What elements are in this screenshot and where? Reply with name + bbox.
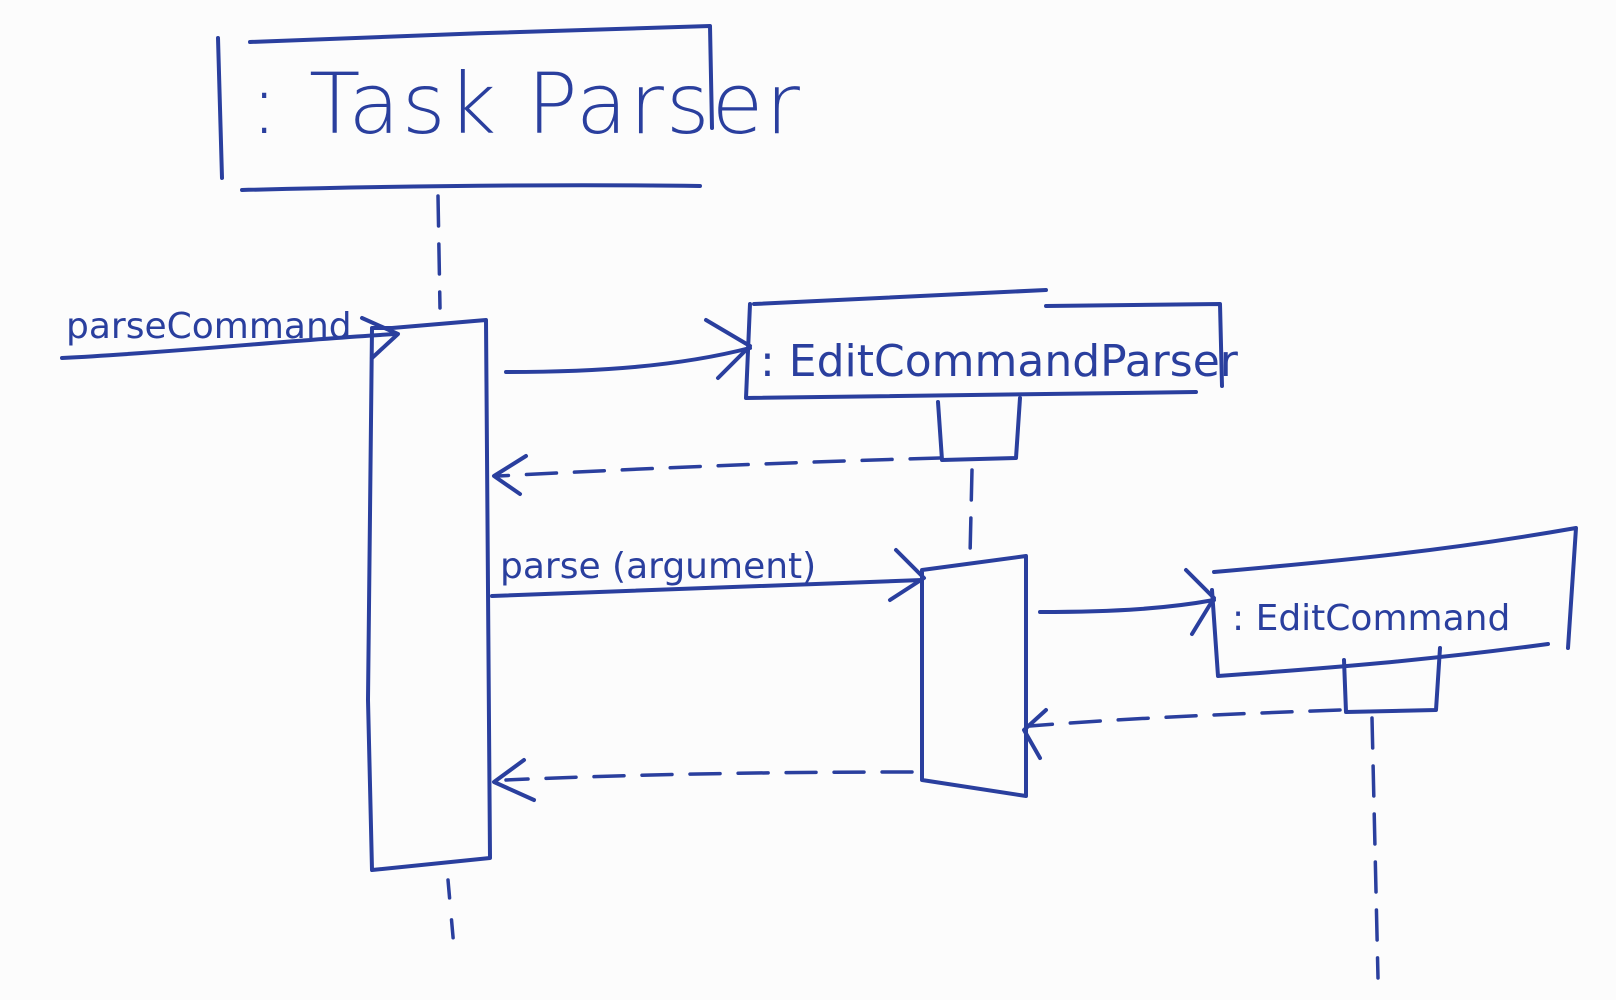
task-parser-box-bottom	[240, 183, 702, 192]
ecp-label: : EditCommandParser	[760, 336, 1239, 387]
return-ec-line	[1028, 708, 1342, 728]
participant-edit-command-parser: : EditCommandParser	[744, 288, 1239, 400]
parse-command-arrow-head	[360, 316, 400, 360]
return-parse-argument	[492, 758, 914, 802]
message-parse-argument: parse (argument)	[490, 546, 926, 602]
participant-task-parser: : Task Parser	[216, 24, 802, 192]
message-create-edit-command-parser	[504, 318, 752, 380]
message-parse-command: parseCommand	[60, 306, 400, 360]
ecp-activation-small	[936, 396, 1022, 462]
ecp-activation	[920, 554, 1028, 798]
create-ec-arrow-line	[1038, 598, 1216, 614]
ec-lifeline	[1370, 716, 1380, 980]
parse-argument-label: parse (argument)	[500, 546, 816, 587]
task-parser-box-left	[216, 36, 224, 180]
return-ecp-constructor	[492, 454, 942, 496]
task-parser-label: : Task Parser	[250, 55, 802, 153]
create-ecp-arrow-line	[504, 346, 752, 374]
ecp-lifeline	[968, 468, 974, 558]
parse-argument-arrow-head	[888, 548, 926, 602]
task-parser-lifeline-bottom	[446, 878, 456, 950]
task-parser-lifeline-top	[436, 194, 442, 310]
return-parse-line	[504, 770, 914, 782]
return-ec-constructor	[1022, 708, 1342, 760]
participant-edit-command: : EditCommand	[1210, 526, 1578, 678]
sequence-diagram: : Task Parser parseCommand : EditCommand…	[60, 24, 1578, 980]
return-ecp-line	[496, 456, 942, 478]
task-parser-activation	[366, 318, 492, 872]
ec-label: : EditCommand	[1232, 598, 1510, 639]
message-create-edit-command	[1038, 568, 1216, 636]
ecp-box-top-a	[752, 288, 1048, 306]
